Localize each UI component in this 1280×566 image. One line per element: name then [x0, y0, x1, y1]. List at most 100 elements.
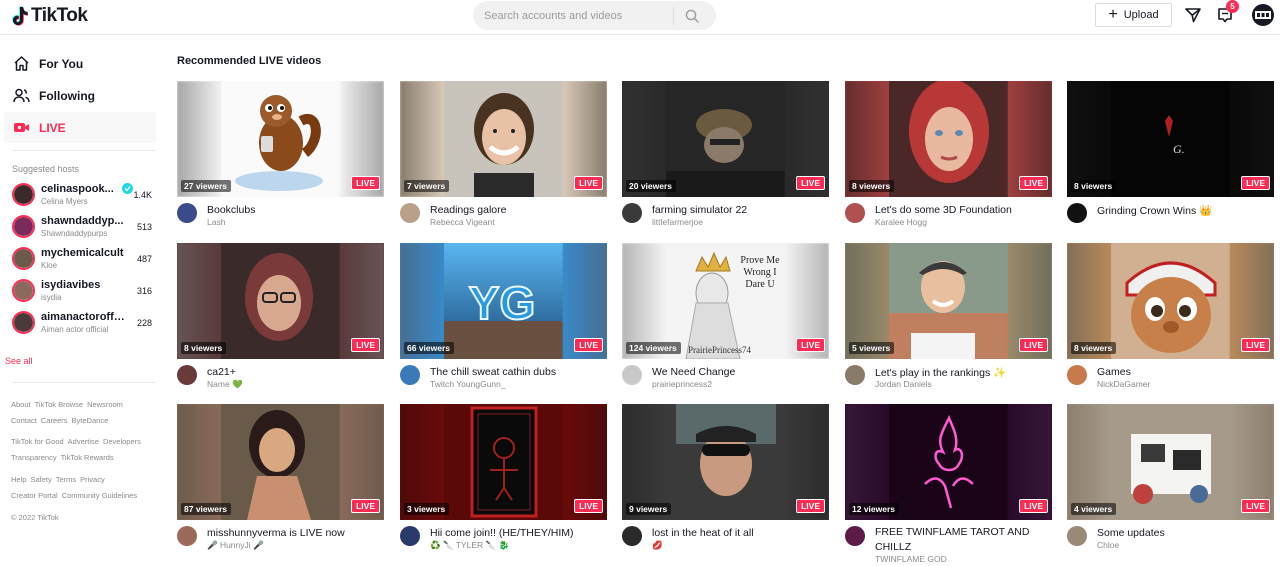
footer-link[interactable]: Contact: [11, 416, 37, 425]
footer-link[interactable]: TikTok Browse: [35, 400, 83, 409]
live-video-card[interactable]: 4 viewers LIVE Some updates Chloe: [1067, 404, 1274, 562]
live-video-card[interactable]: 12 viewers LIVE FREE TWINFLAME TAROT AND C…: [845, 404, 1052, 564]
live-title[interactable]: FREE TWINFLAME TAROT AND CHILLZ: [875, 525, 1052, 555]
live-video-card[interactable]: 87 viewers LIVE misshunnyverma is LIVE now…: [177, 404, 384, 562]
live-title[interactable]: Let's do some 3D Foundation: [875, 204, 1012, 216]
footer-link[interactable]: Help: [11, 475, 26, 484]
live-thumbnail[interactable]: 7 viewers LIVE: [400, 81, 607, 197]
host-avatar[interactable]: [177, 203, 197, 223]
live-thumbnail[interactable]: G. 8 viewers LIVE: [1067, 81, 1274, 197]
host-avatar[interactable]: [845, 526, 865, 546]
host-avatar[interactable]: [845, 203, 865, 223]
host-name[interactable]: ♻️ 🔪 TYLER 🔪 🐉: [430, 540, 509, 551]
footer-link[interactable]: Advertise: [68, 437, 99, 446]
footer-link[interactable]: About: [11, 400, 31, 409]
profile-avatar[interactable]: [1252, 4, 1274, 26]
live-video-card[interactable]: 27 viewers LIVE Bookclubs Lash: [177, 81, 384, 239]
suggested-host[interactable]: aimanactoroffi... Aiman actor official 228: [10, 308, 152, 338]
see-all-link[interactable]: See all: [5, 356, 33, 366]
upload-button[interactable]: + Upload: [1095, 3, 1172, 27]
live-thumbnail[interactable]: 8 viewers LIVE: [177, 243, 384, 359]
search-input[interactable]: [473, 1, 673, 30]
footer-link[interactable]: Terms: [56, 475, 76, 484]
live-video-card[interactable]: YG 66 viewers LIVE The chill sweat cathin d…: [400, 243, 607, 401]
live-thumbnail[interactable]: 3 viewers LIVE: [400, 404, 607, 520]
live-thumbnail[interactable]: 5 viewers LIVE: [845, 243, 1052, 359]
footer-link[interactable]: Community Guidelines: [62, 491, 137, 500]
host-avatar[interactable]: [845, 365, 865, 385]
host-avatar[interactable]: [1067, 526, 1087, 546]
live-title[interactable]: Games: [1097, 366, 1131, 378]
live-thumbnail[interactable]: 4 viewers LIVE: [1067, 404, 1274, 520]
live-thumbnail[interactable]: 87 viewers LIVE: [177, 404, 384, 520]
search-button[interactable]: [674, 1, 710, 30]
live-thumbnail[interactable]: 12 viewers LIVE: [845, 404, 1052, 520]
footer-link[interactable]: TikTok for Good: [11, 437, 64, 446]
live-thumbnail[interactable]: YG 66 viewers LIVE: [400, 243, 607, 359]
tiktok-logo[interactable]: TikTok: [12, 4, 88, 28]
live-title[interactable]: misshunnyverma is LIVE now: [207, 527, 345, 539]
host-name[interactable]: littlefarmerjoe: [652, 217, 703, 227]
live-title[interactable]: Bookclubs: [207, 204, 255, 216]
live-video-card[interactable]: 7 viewers LIVE Readings galore Rebecca Vige…: [400, 81, 607, 239]
live-title[interactable]: Grinding Crown Wins 👑: [1097, 204, 1212, 217]
live-video-card[interactable]: 8 viewers LIVE Let's do some 3D Foundation…: [845, 81, 1052, 239]
host-avatar[interactable]: [1067, 365, 1087, 385]
live-title[interactable]: farming simulator 22: [652, 204, 747, 216]
footer-link[interactable]: Creator Portal: [11, 491, 58, 500]
footer-link[interactable]: TikTok Rewards: [61, 453, 114, 462]
footer-link[interactable]: Privacy: [80, 475, 105, 484]
live-title[interactable]: The chill sweat cathin dubs: [430, 366, 556, 378]
footer-link[interactable]: Careers: [41, 416, 68, 425]
footer-link[interactable]: ByteDance: [72, 416, 109, 425]
host-name[interactable]: 💋: [652, 540, 663, 551]
live-video-card[interactable]: 5 viewers LIVE Let's play in the rankings …: [845, 243, 1052, 401]
nav-live[interactable]: LIVE: [4, 112, 156, 143]
host-avatar[interactable]: [622, 203, 642, 223]
live-title[interactable]: Some updates: [1097, 527, 1165, 539]
host-name[interactable]: Karalee Hogg: [875, 217, 927, 227]
live-title[interactable]: Readings galore: [430, 204, 506, 216]
host-name[interactable]: TWINFLAME GOD: [875, 554, 947, 564]
suggested-host[interactable]: celinaspook... Celina Myers 1.4K: [10, 180, 152, 210]
live-title[interactable]: We Need Change: [652, 366, 735, 378]
footer-link[interactable]: Transparency: [11, 453, 57, 462]
suggested-host[interactable]: isydiavibes isydia 316: [10, 276, 152, 306]
suggested-host[interactable]: shawndaddyp... Shawndaddypurps 513: [10, 212, 152, 242]
live-title[interactable]: Let's play in the rankings ✨: [875, 366, 1006, 379]
host-name[interactable]: 🎤 HunnyJi 🎤: [207, 540, 264, 551]
nav-following[interactable]: Following: [4, 80, 156, 111]
host-avatar[interactable]: [400, 365, 420, 385]
host-avatar[interactable]: [400, 203, 420, 223]
live-video-card[interactable]: 3 viewers LIVE Hii come join!! (HE/THEY/HI…: [400, 404, 607, 562]
live-thumbnail[interactable]: 27 viewers LIVE: [177, 81, 384, 197]
footer-link[interactable]: Newsroom: [87, 400, 123, 409]
live-video-card[interactable]: 9 viewers LIVE lost in the heat of it all 💋: [622, 404, 829, 562]
host-name[interactable]: Lash: [207, 217, 225, 227]
host-name[interactable]: Chloe: [1097, 540, 1119, 550]
host-avatar[interactable]: [622, 365, 642, 385]
footer-link[interactable]: Safety: [30, 475, 51, 484]
suggested-host[interactable]: mychemicalcult Kloe 487: [10, 244, 152, 274]
live-video-card[interactable]: 8 viewers LIVE ca21+ Name 💚: [177, 243, 384, 401]
host-avatar[interactable]: [1067, 203, 1087, 223]
live-video-card[interactable]: 8 viewers LIVE Games NickDaGamer: [1067, 243, 1274, 401]
live-video-card[interactable]: Prove Me Wrong I Dare U PrairiePrincess74…: [622, 243, 829, 401]
host-name[interactable]: NickDaGamer: [1097, 379, 1150, 389]
host-name[interactable]: Twitch YoungGunn_: [430, 379, 506, 389]
live-thumbnail[interactable]: 8 viewers LIVE: [845, 81, 1052, 197]
live-thumbnail[interactable]: 20 viewers LIVE: [622, 81, 829, 197]
live-thumbnail[interactable]: 9 viewers LIVE: [622, 404, 829, 520]
footer-link[interactable]: Developers: [103, 437, 141, 446]
live-title[interactable]: lost in the heat of it all: [652, 527, 754, 539]
live-thumbnail[interactable]: 8 viewers LIVE: [1067, 243, 1274, 359]
host-name[interactable]: Jordan Daniels: [875, 379, 932, 389]
live-thumbnail[interactable]: Prove Me Wrong I Dare U PrairiePrincess74…: [622, 243, 829, 359]
host-name[interactable]: Name 💚: [207, 379, 243, 390]
host-avatar[interactable]: [177, 526, 197, 546]
host-name[interactable]: prairieprincess2: [652, 379, 712, 389]
live-title[interactable]: Hii come join!! (HE/THEY/HIM): [430, 527, 574, 539]
live-video-card[interactable]: G. 8 viewers LIVE Grinding Crown Wins 👑: [1067, 81, 1274, 239]
messages-button[interactable]: [1183, 5, 1203, 25]
host-avatar[interactable]: [622, 526, 642, 546]
